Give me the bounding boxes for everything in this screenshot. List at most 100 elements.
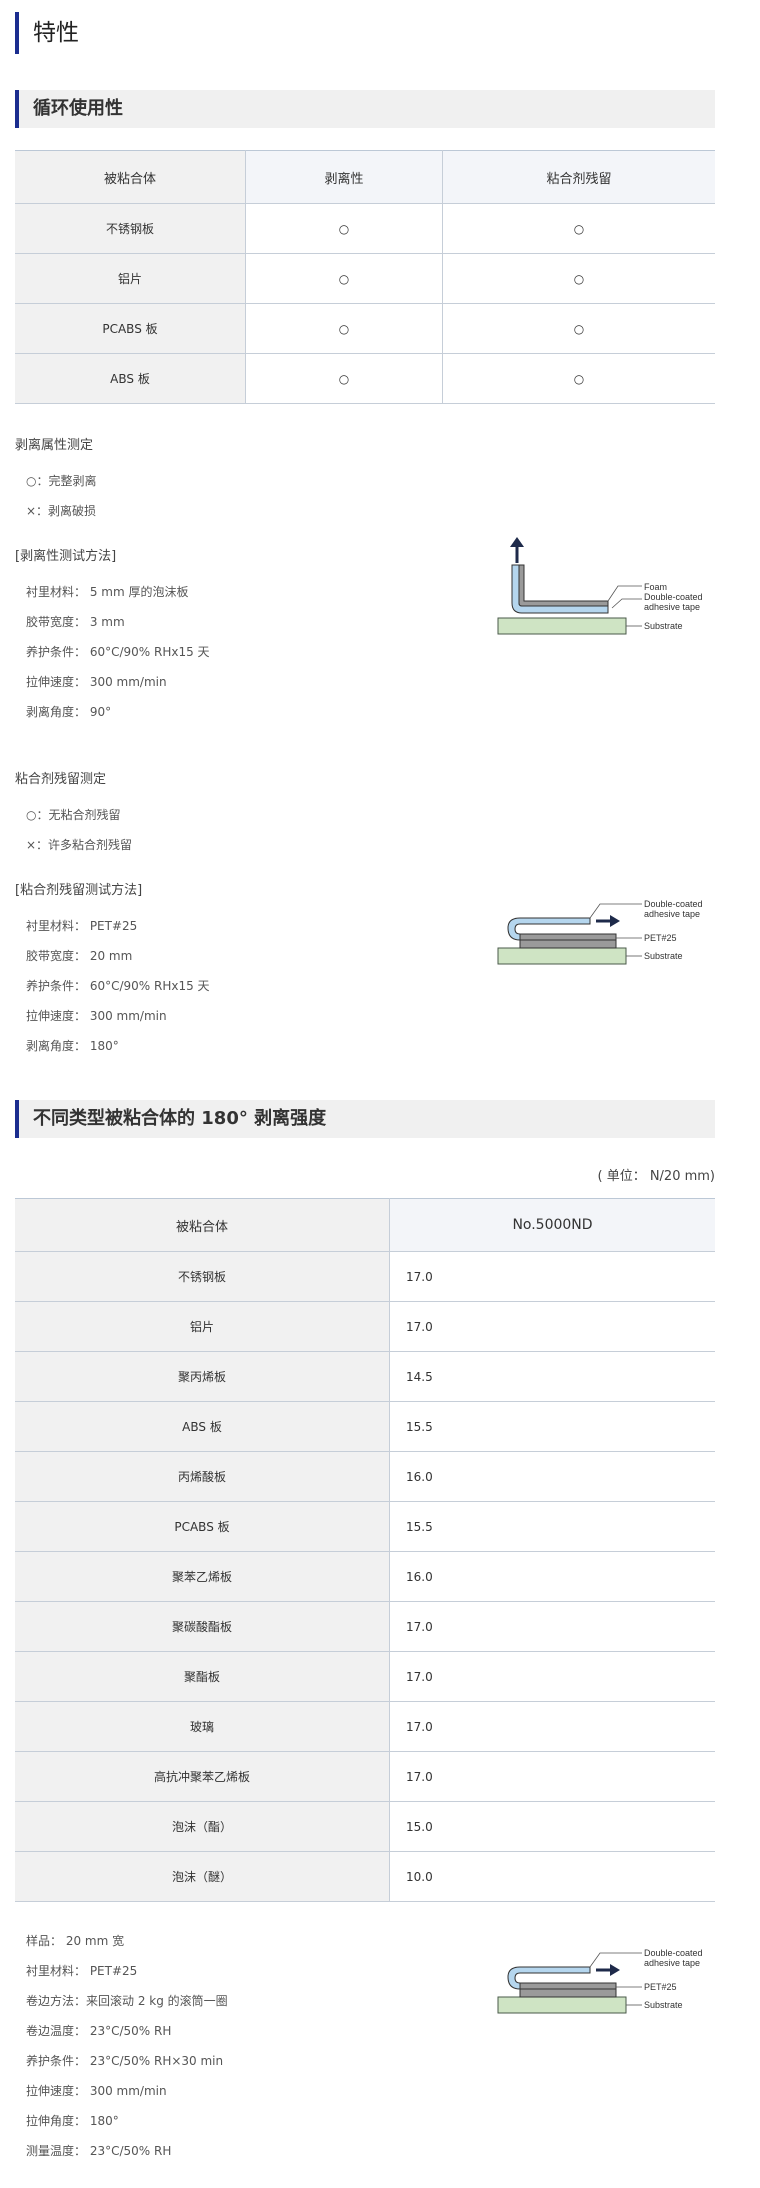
table-row: ABS 板 15.5: [15, 1401, 715, 1452]
leader-line: [589, 903, 642, 919]
table-cell: 高抗冲聚苯乙烯板: [15, 1751, 390, 1802]
peel-method-item: 剥离角度： 90°: [26, 705, 112, 719]
table-cell: 不锈钢板: [15, 1251, 390, 1302]
condition-item: 衬里材料： PET#25: [26, 1964, 138, 1978]
peel-180-diagram: Double-coated adhesive tape PET#25 Subst…: [497, 899, 703, 965]
peel-legend-item: ×：剥离破损: [26, 504, 97, 518]
peel-strength-table: 被粘合体 No.5000ND 不锈钢板 17.0 铝片 17.0 聚丙烯板 14.5 …: [15, 1198, 715, 1902]
tape-shape: [519, 1988, 617, 1998]
table-cell: 17.0: [389, 1251, 715, 1302]
table-cell: 铝片: [15, 253, 246, 304]
residue-legend-item: ×：许多粘合剂残留: [26, 838, 133, 852]
table-row: 不锈钢板 17.0: [15, 1251, 715, 1302]
table-cell: 14.5: [389, 1351, 715, 1402]
table-cell: ○: [442, 203, 715, 254]
table-row: PCABS 板 15.5: [15, 1501, 715, 1552]
tape-shape: [519, 1982, 617, 1990]
table-header: No.5000ND: [389, 1198, 715, 1252]
tape-shape: [519, 933, 617, 941]
peel-180-strength-diagram: Double-coated adhesive tape PET#25 Subst…: [497, 1948, 703, 2014]
table-cell: ○: [442, 303, 715, 354]
recyclability-table: 被粘合体 剥离性 粘合剂残留 不锈钢板 ○ ○ 铝片 ○ ○ PCABS 板 ○…: [15, 150, 715, 404]
page-title: 特性: [15, 12, 715, 54]
table-cell: 17.0: [389, 1701, 715, 1752]
condition-item: 样品： 20 mm 宽: [26, 1934, 125, 1948]
table-cell: 聚酯板: [15, 1651, 390, 1702]
table-row: 不锈钢板 ○ ○: [15, 203, 715, 254]
residue-title: 粘合剂残留测定: [15, 772, 107, 787]
leader-line: [589, 1952, 642, 1968]
substrate-shape: [497, 617, 627, 635]
table-cell: 15.0: [389, 1801, 715, 1852]
table-cell: 聚苯乙烯板: [15, 1551, 390, 1602]
table-header: 被粘合体: [15, 1198, 390, 1252]
table-cell: ABS 板: [15, 1401, 390, 1452]
diagram-label: Double-coated: [644, 899, 703, 909]
table-header: 剥离性: [245, 150, 443, 204]
table-cell: PCABS 板: [15, 303, 246, 354]
table-cell: ○: [245, 353, 443, 404]
table-row: 丙烯酸板 16.0: [15, 1451, 715, 1502]
residue-method-item: 养护条件： 60°C/90% RHx15 天: [26, 979, 210, 993]
table-cell: 17.0: [389, 1601, 715, 1652]
table-header: 粘合剂残留: [442, 150, 715, 204]
table-row: 高抗冲聚苯乙烯板 17.0: [15, 1751, 715, 1802]
table-cell: ABS 板: [15, 353, 246, 404]
table-row: 聚苯乙烯板 16.0: [15, 1551, 715, 1602]
table-cell: ○: [442, 353, 715, 404]
peel-method-item: 养护条件： 60°C/90% RHx15 天: [26, 645, 210, 659]
table-cell: 聚丙烯板: [15, 1351, 390, 1402]
table-cell: 16.0: [389, 1451, 715, 1502]
table-cell: 丙烯酸板: [15, 1451, 390, 1502]
table-header-row: 被粘合体 剥离性 粘合剂残留: [15, 150, 715, 204]
table-row: 泡沫（酯） 15.0: [15, 1801, 715, 1852]
table-row: 铝片 ○ ○: [15, 253, 715, 304]
diagram-label: adhesive tape: [644, 1958, 700, 1968]
table-row: ABS 板 ○ ○: [15, 353, 715, 404]
table-cell: 不锈钢板: [15, 203, 246, 254]
peel-method-item: 拉伸速度： 300 mm/min: [26, 675, 167, 689]
condition-item: 养护条件： 23°C/50% RH×30 min: [26, 2054, 224, 2068]
table-row: 泡沫（醚） 10.0: [15, 1851, 715, 1902]
substrate-shape: [497, 947, 627, 965]
table-cell: 17.0: [389, 1651, 715, 1702]
table-row: 玻璃 17.0: [15, 1701, 715, 1752]
table-row: 聚丙烯板 14.5: [15, 1351, 715, 1402]
condition-item: 卷边温度： 23°C/50% RH: [26, 2024, 172, 2038]
table-cell: 10.0: [389, 1851, 715, 1902]
arrow-head-icon: [610, 915, 620, 927]
peel-method-item: 胶带宽度： 3 mm: [26, 615, 125, 629]
unit-label: ( 单位： N/20 mm): [597, 1169, 715, 1184]
condition-item: 卷边方法：来回滚动 2 kg 的滚筒一圈: [26, 1994, 228, 2008]
diagram-label: Substrate: [644, 2000, 683, 2010]
table-row: PCABS 板 ○ ○: [15, 303, 715, 354]
residue-method-item: 剥离角度： 180°: [26, 1039, 119, 1053]
table-cell: 15.5: [389, 1501, 715, 1552]
table-cell: 铝片: [15, 1301, 390, 1352]
table-cell: 17.0: [389, 1751, 715, 1802]
table-row: 聚碳酸酯板 17.0: [15, 1601, 715, 1652]
condition-item: 测量温度： 23°C/50% RH: [26, 2144, 172, 2158]
peel-90-diagram: Foam Double-coated adhesive tape Substra…: [497, 537, 703, 635]
residue-legend-item: ○：无粘合剂残留: [26, 808, 121, 822]
table-cell: PCABS 板: [15, 1501, 390, 1552]
condition-item: 拉伸角度： 180°: [26, 2114, 119, 2128]
page: 特性 循环使用性 被粘合体 剥离性 粘合剂残留 不锈钢板 ○ ○ 铝片 ○ ○ …: [0, 0, 760, 2188]
diagram-label: Substrate: [644, 951, 683, 961]
table-cell: 玻璃: [15, 1701, 390, 1752]
table-row: 聚酯板 17.0: [15, 1651, 715, 1702]
table-cell: 泡沫（酯）: [15, 1801, 390, 1852]
table-cell: ○: [245, 203, 443, 254]
arrow-head-icon: [610, 1964, 620, 1976]
section-title-peel-strength: 不同类型被粘合体的 180° 剥离强度: [15, 1100, 715, 1138]
diagram-label: Substrate: [644, 621, 683, 631]
peel-legend-item: ○：完整剥离: [26, 474, 97, 488]
peel-method-item: 衬里材料： 5 mm 厚的泡沫板: [26, 585, 189, 599]
tape-shape: [519, 939, 617, 949]
tape-shape: [518, 564, 609, 607]
table-cell: 聚碳酸酯板: [15, 1601, 390, 1652]
table-cell: ○: [245, 253, 443, 304]
table-cell: ○: [245, 303, 443, 354]
leader-line: [611, 598, 642, 609]
diagram-label: PET#25: [644, 933, 677, 943]
